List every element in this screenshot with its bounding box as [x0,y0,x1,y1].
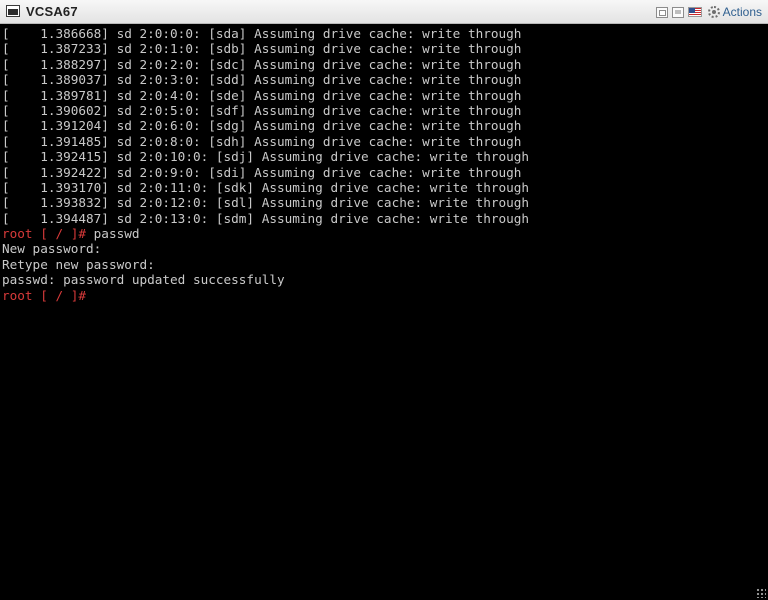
shell-prompt: root [ / ]# [2,226,87,242]
boot-log-line: [ 1.393832] sd 2:0:12:0: [sdl] Assuming … [2,195,530,211]
boot-log-line: [ 1.392415] sd 2:0:10:0: [sdj] Assuming … [2,149,530,165]
command-line: root [ / ]# passwd [2,226,766,241]
console-icon [6,5,20,17]
actions-label: Actions [722,5,762,19]
title-bar: VCSA67 Actions [0,0,768,24]
boot-log: [ 1.386668] sd 2:0:0:0: [sda] Assuming d… [2,26,766,226]
fullscreen-icon[interactable] [671,6,684,18]
boot-log-line: [ 1.389037] sd 2:0:3:0: [sdd] Assuming d… [2,72,522,88]
vm-console-window: VCSA67 Actions [ 1.386668] sd 2:0:0:0: [… [0,0,768,600]
output-line: passwd: password updated successfully [2,272,285,288]
keyboard-layout-flag-icon[interactable] [687,7,702,17]
boot-log-line: [ 1.387233] sd 2:0:1:0: [sdb] Assuming d… [2,41,522,57]
boot-log-line: [ 1.389781] sd 2:0:4:0: [sde] Assuming d… [2,87,522,103]
output-line: Retype new password: [2,256,155,272]
send-ctrl-alt-del-icon[interactable] [655,6,668,18]
final-prompt-line: root [ / ]# [2,288,766,303]
boot-log-line: [ 1.388297] sd 2:0:2:0: [sdc] Assuming d… [2,56,522,72]
console-screen[interactable]: [ 1.386668] sd 2:0:0:0: [sda] Assuming d… [2,26,766,598]
window-title: VCSA67 [26,4,78,19]
output-line: New password: [2,241,102,257]
boot-log-line: [ 1.392422] sd 2:0:9:0: [sdi] Assuming d… [2,164,522,180]
command-output: New password: Retype new password: passwd:… [2,241,766,287]
boot-log-line: [ 1.393170] sd 2:0:11:0: [sdk] Assuming … [2,179,530,195]
gear-icon [707,6,720,18]
boot-log-line: [ 1.390602] sd 2:0:5:0: [sdf] Assuming d… [2,102,522,118]
actions-menu-button[interactable]: Actions [707,5,762,19]
final-shell-prompt: root [ / ]# [2,287,87,303]
title-bar-controls: Actions [655,3,762,21]
boot-log-line: [ 1.386668] sd 2:0:0:0: [sda] Assuming d… [2,26,522,41]
boot-log-line: [ 1.391485] sd 2:0:8:0: [sdh] Assuming d… [2,133,522,149]
boot-log-line: [ 1.391204] sd 2:0:6:0: [sdg] Assuming d… [2,118,522,134]
resize-grip[interactable] [756,588,766,598]
boot-log-line: [ 1.394487] sd 2:0:13:0: [sdm] Assuming … [2,210,530,226]
typed-command: passwd [86,226,140,242]
